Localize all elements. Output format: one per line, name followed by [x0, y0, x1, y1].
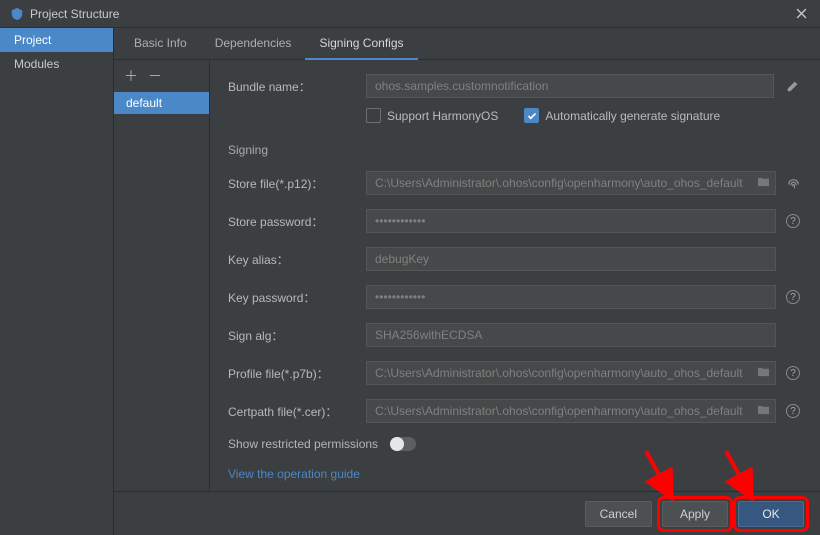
- bundle-name-input[interactable]: [366, 74, 774, 98]
- app-icon: [10, 7, 24, 21]
- help-icon[interactable]: ?: [782, 404, 804, 418]
- sign-alg-label: Sign alg：: [228, 327, 366, 344]
- certpath-file-label: Certpath file(*.cer)：: [228, 403, 366, 420]
- operation-guide-link[interactable]: View the operation guide: [228, 467, 804, 481]
- support-harmonyos-checkbox[interactable]: Support HarmonyOS: [366, 108, 498, 123]
- restricted-perms-toggle[interactable]: [390, 437, 416, 451]
- certpath-file-input[interactable]: [366, 399, 776, 423]
- cancel-button[interactable]: Cancel: [585, 501, 652, 527]
- sidebar-item-project[interactable]: Project: [0, 28, 113, 52]
- close-button[interactable]: [792, 5, 810, 23]
- auto-sign-checkbox[interactable]: Automatically generate signature: [524, 108, 720, 123]
- help-icon[interactable]: ?: [782, 214, 804, 228]
- key-password-input[interactable]: [366, 285, 776, 309]
- ok-button[interactable]: OK: [738, 501, 804, 527]
- signing-section-header: Signing: [228, 143, 804, 157]
- store-password-label: Store password：: [228, 213, 366, 230]
- key-alias-label: Key alias：: [228, 251, 366, 268]
- tab-signing-configs[interactable]: Signing Configs: [305, 28, 417, 60]
- help-icon[interactable]: ?: [782, 290, 804, 304]
- dialog-footer: Cancel Apply OK: [114, 491, 820, 535]
- fingerprint-icon[interactable]: [782, 176, 804, 191]
- store-file-input[interactable]: [366, 171, 776, 195]
- remove-config-button[interactable]: －: [148, 66, 162, 86]
- tab-basic-info[interactable]: Basic Info: [120, 28, 201, 60]
- tab-dependencies[interactable]: Dependencies: [201, 28, 306, 60]
- profile-file-label: Profile file(*.p7b)：: [228, 365, 366, 382]
- restricted-perms-label: Show restricted permissions: [228, 437, 378, 451]
- signing-form: Bundle name： Support HarmonyOS: [210, 60, 820, 491]
- key-password-label: Key password：: [228, 289, 366, 306]
- profile-file-input[interactable]: [366, 361, 776, 385]
- add-config-button[interactable]: ＋: [124, 66, 138, 86]
- configs-panel: ＋ － default: [114, 60, 210, 491]
- store-password-input[interactable]: [366, 209, 776, 233]
- support-harmonyos-label: Support HarmonyOS: [387, 109, 498, 123]
- window-title: Project Structure: [30, 7, 119, 21]
- sidebar: Project Modules: [0, 28, 114, 535]
- titlebar: Project Structure: [0, 0, 820, 28]
- auto-sign-label: Automatically generate signature: [545, 109, 720, 123]
- key-alias-input[interactable]: [366, 247, 776, 271]
- sidebar-item-modules[interactable]: Modules: [0, 52, 113, 76]
- store-file-label: Store file(*.p12)：: [228, 175, 366, 192]
- edit-icon[interactable]: [782, 79, 804, 93]
- config-item-default[interactable]: default: [114, 92, 209, 114]
- apply-button[interactable]: Apply: [662, 501, 728, 527]
- tabbar: Basic Info Dependencies Signing Configs: [114, 28, 820, 60]
- help-icon[interactable]: ?: [782, 366, 804, 380]
- bundle-name-label: Bundle name：: [228, 78, 366, 95]
- sign-alg-input[interactable]: [366, 323, 776, 347]
